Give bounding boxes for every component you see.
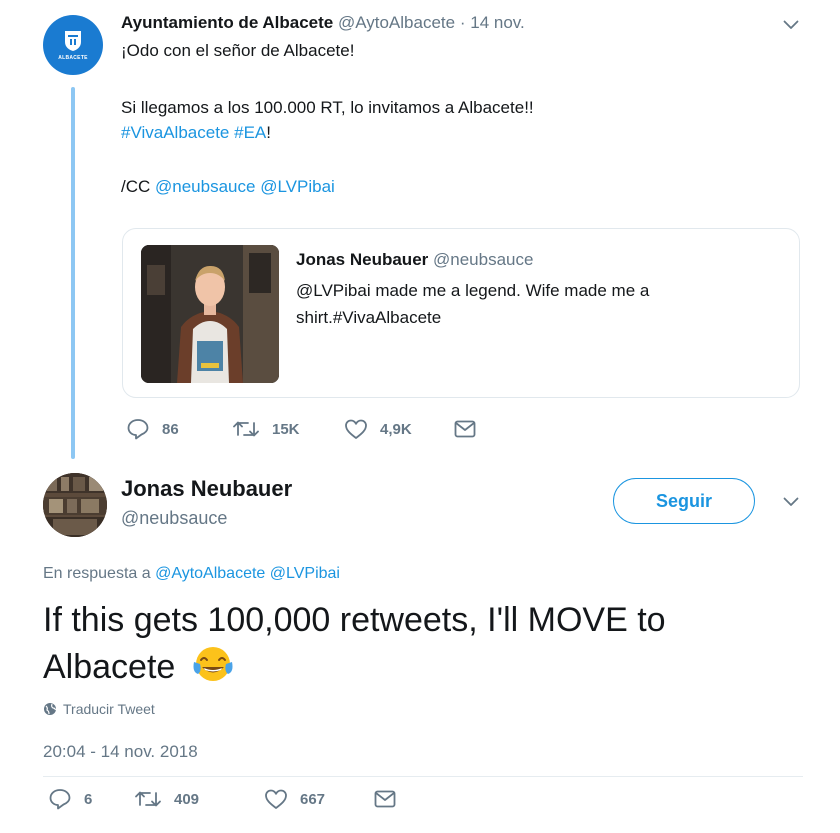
quoted-author-name[interactable]: Jonas Neubauer (296, 250, 428, 269)
mention-lvpibai[interactable]: @LVPibai (260, 177, 335, 196)
quoted-tweet-text: @LVPibai made me a legend. Wife made me … (296, 281, 650, 327)
mention-neubsauce[interactable]: @neubsauce (155, 177, 255, 196)
reply-icon (127, 419, 149, 440)
like-icon (345, 419, 367, 439)
tweet1-header: Ayuntamiento de Albacete @AytoAlbacete ·… (121, 12, 525, 34)
like-count: 667 (300, 790, 326, 808)
message-icon (374, 790, 396, 808)
translate-label: Traducir Tweet (63, 701, 155, 717)
tweet1-author-handle[interactable]: @AytoAlbacete (338, 13, 455, 32)
like-icon (265, 789, 287, 809)
hashtag-ea[interactable]: #EA (234, 123, 266, 142)
tweet-thread: ALBACETE Ayuntamiento de Albacete @AytoA… (0, 0, 840, 833)
jonas-avatar[interactable] (43, 473, 107, 537)
tweet2-author-name[interactable]: Jonas Neubauer (121, 476, 292, 502)
retweet-button[interactable]: 409 (134, 789, 264, 809)
quoted-author-handle[interactable]: @neubsauce (433, 250, 533, 269)
divider (43, 776, 803, 777)
reply-count: 86 (162, 420, 179, 438)
tweet2-author-handle[interactable]: @neubsauce (121, 507, 227, 529)
retweet-icon (135, 791, 161, 807)
photo-man-in-shirt (141, 245, 279, 383)
chevron-down-icon[interactable] (783, 20, 799, 30)
like-button[interactable]: 667 (264, 788, 374, 810)
reply-icon (49, 789, 71, 810)
reply-button[interactable]: 6 (48, 788, 134, 810)
tweet2-text: If this gets 100,000 retweets, I'll MOVE… (43, 598, 803, 689)
retweet-button[interactable]: 15K (232, 419, 344, 439)
tweet1-cc-line: /CC @neubsauce @LVPibai (121, 176, 335, 198)
reply-mention-lvpibai[interactable]: @LVPibai (270, 565, 340, 582)
thread-connector-line (71, 87, 75, 459)
avatar-city-label: ALBACETE (58, 54, 88, 61)
tweet1-line1: ¡Odo con el señor de Albacete! (121, 41, 355, 60)
retweet-count: 15K (272, 420, 300, 438)
translate-tweet-link[interactable]: Traducir Tweet (43, 699, 155, 719)
tweet1-date[interactable]: 14 nov. (470, 13, 525, 32)
direct-message-button[interactable] (374, 790, 396, 808)
reply-button[interactable]: 86 (126, 418, 232, 440)
quoted-tweet-photo[interactable] (141, 245, 279, 383)
quoted-tweet-header: Jonas Neubauer @neubsauce (296, 249, 533, 271)
exclamation: ! (266, 123, 271, 142)
reply-mention-aytoalbacete[interactable]: @AytoAlbacete (155, 565, 265, 582)
reply-count: 6 (84, 790, 93, 808)
like-button[interactable]: 4,9K (344, 418, 454, 440)
follow-button[interactable]: Seguir (613, 478, 755, 524)
direct-message-button[interactable] (454, 420, 476, 438)
tweet2-timestamp[interactable]: 20:04 - 14 nov. 2018 (43, 740, 198, 764)
avatar-bookshelf-photo (43, 473, 107, 537)
coat-of-arms-icon (65, 30, 81, 51)
cc-prefix: /CC (121, 177, 151, 196)
like-count: 4,9K (380, 420, 412, 438)
tweet1-author-name[interactable]: Ayuntamiento de Albacete (121, 13, 333, 32)
hashtag-vivaalbacete[interactable]: #VivaAlbacete (121, 123, 229, 142)
reply-context: En respuesta a @AytoAlbacete @LVPibai (43, 563, 340, 585)
tweet1-hashtags: #VivaAlbacete #EA! (121, 122, 271, 144)
retweet-icon (233, 421, 259, 437)
retweet-count: 409 (174, 790, 200, 808)
chevron-down-icon[interactable] (783, 497, 799, 507)
quoted-tweet-card[interactable]: Jonas Neubauer @neubsauce @LVPibai made … (122, 228, 800, 398)
tweet2-text-content: If this gets 100,000 retweets, I'll MOVE… (43, 601, 666, 686)
reply-prefix: En respuesta a (43, 565, 151, 582)
message-icon (454, 420, 476, 438)
tweet1-actions: 86 15K 4,9K (126, 418, 476, 440)
header-separator: · (459, 13, 466, 32)
ayuntamiento-avatar[interactable]: ALBACETE (43, 15, 103, 75)
globe-icon (44, 703, 57, 715)
tweet1-line2: Si llegamos a los 100.000 RT, lo invitam… (121, 98, 534, 117)
tweet2-actions: 6 409 667 (48, 788, 396, 810)
tears-of-joy-emoji (193, 647, 233, 681)
